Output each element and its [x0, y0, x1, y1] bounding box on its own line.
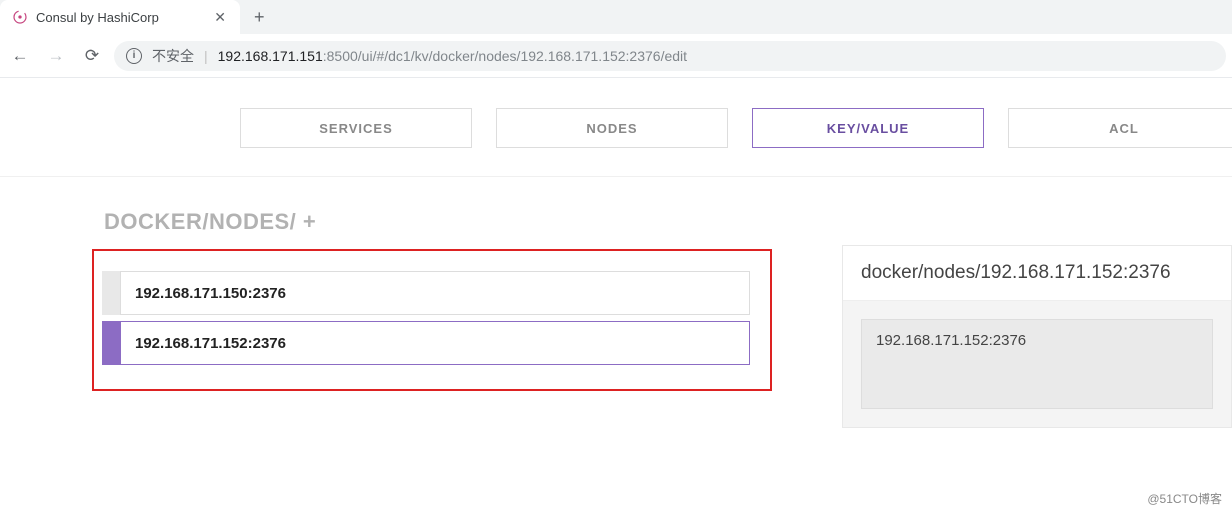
kv-item-label: 192.168.171.150:2376 — [120, 271, 750, 315]
tab-strip: Consul by HashiCorp ✕ + — [0, 0, 1232, 34]
security-label: 不安全 — [152, 46, 194, 66]
value-textarea[interactable]: 192.168.171.152:2376 — [861, 319, 1213, 409]
nav-tabs: SERVICES NODES KEY/VALUE ACL — [240, 108, 1232, 148]
close-tab-icon[interactable]: ✕ — [210, 9, 230, 26]
watermark: @51CTO博客 — [1147, 490, 1222, 507]
browser-tab[interactable]: Consul by HashiCorp ✕ — [0, 0, 240, 34]
kv-item-label: 192.168.171.152:2376 — [120, 321, 750, 365]
new-tab-button[interactable]: + — [254, 7, 265, 28]
nav-row: ← → ⟳ i 不安全 | 192.168.171.151:8500/ui/#/… — [0, 34, 1232, 78]
info-icon: i — [126, 48, 142, 64]
tab-acl[interactable]: ACL — [1008, 108, 1232, 148]
editor-panel: docker/nodes/192.168.171.152:2376 192.16… — [842, 245, 1232, 428]
kv-status-bar — [102, 321, 120, 365]
browser-chrome: Consul by HashiCorp ✕ + ← → ⟳ i 不安全 | 19… — [0, 0, 1232, 78]
reload-button[interactable]: ⟳ — [78, 42, 106, 70]
back-button[interactable]: ← — [6, 42, 34, 70]
consul-app: SERVICES NODES KEY/VALUE ACL DOCKER/NODE… — [0, 78, 1232, 428]
editor-key-path: docker/nodes/192.168.171.152:2376 — [843, 246, 1231, 301]
address-bar[interactable]: i 不安全 | 192.168.171.151:8500/ui/#/dc1/kv… — [114, 41, 1226, 71]
tab-title: Consul by HashiCorp — [36, 10, 159, 25]
url-text: 192.168.171.151:8500/ui/#/dc1/kv/docker/… — [218, 48, 687, 64]
kv-status-bar — [102, 271, 120, 315]
annotation-highlight: 192.168.171.150:2376 192.168.171.152:237… — [92, 249, 772, 391]
kv-editor-column: docker/nodes/192.168.171.152:2376 192.16… — [842, 209, 1232, 428]
forward-button[interactable]: → — [42, 42, 70, 70]
kv-item[interactable]: 192.168.171.150:2376 — [102, 271, 750, 315]
tab-services[interactable]: SERVICES — [240, 108, 472, 148]
editor-body: 192.168.171.152:2376 — [843, 301, 1231, 427]
content-area: DOCKER/NODES/ + 192.168.171.150:2376 192… — [0, 177, 1232, 428]
kv-list-column: DOCKER/NODES/ + 192.168.171.150:2376 192… — [92, 209, 772, 428]
consul-favicon-icon — [12, 9, 28, 25]
top-nav: SERVICES NODES KEY/VALUE ACL — [0, 78, 1232, 177]
kv-item[interactable]: 192.168.171.152:2376 — [102, 321, 750, 365]
breadcrumb[interactable]: DOCKER/NODES/ + — [104, 209, 772, 235]
divider: | — [204, 48, 208, 64]
tab-keyvalue[interactable]: KEY/VALUE — [752, 108, 984, 148]
tab-nodes[interactable]: NODES — [496, 108, 728, 148]
